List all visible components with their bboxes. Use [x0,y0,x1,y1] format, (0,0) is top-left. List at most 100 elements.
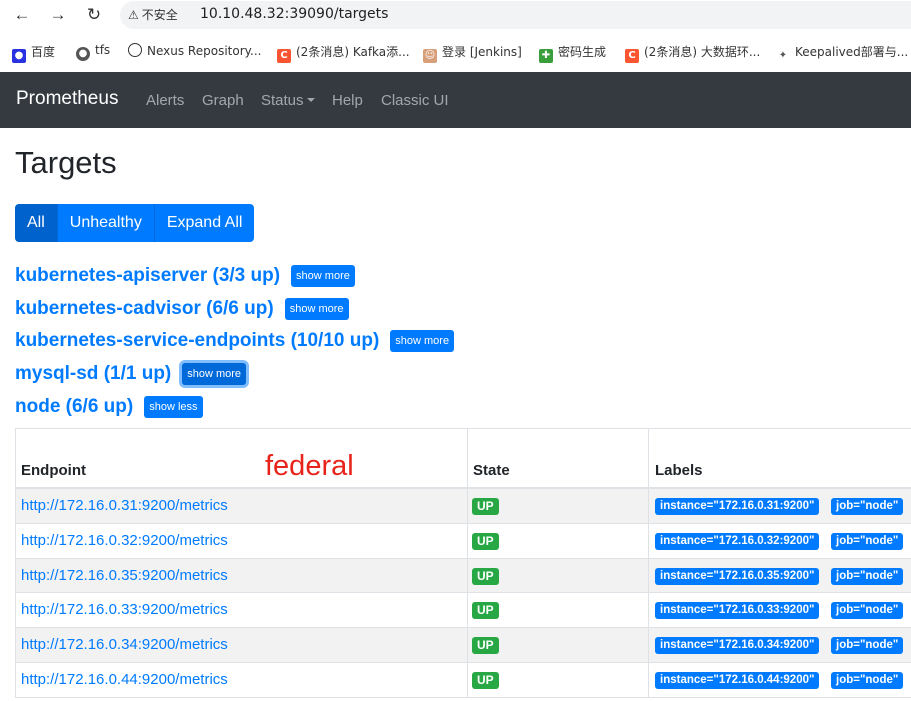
state-badge: UP [472,567,499,585]
job-label-badge: job="node" [831,532,904,550]
nexus-icon [128,43,142,57]
bookmark-password[interactable]: ✚ 密码生成 [539,43,606,63]
pool-header: kubernetes-cadvisor (6/6 up) show more [15,296,349,322]
bookmark-label: Keepalived部署与... [795,45,909,59]
table-row: http://172.16.0.44:9200/metrics UP insta… [16,663,911,698]
endpoint-link[interactable]: http://172.16.0.35:9200/metrics [21,567,228,584]
bookmark-label: 百度 [31,45,56,59]
instance-label-badge: instance="172.16.0.35:9200" [655,567,820,585]
show-more-button[interactable]: show more [284,298,349,320]
column-divider [467,429,468,698]
nav-alerts[interactable]: Alerts [146,92,184,109]
navbar: Prometheus Alerts Graph Status Help Clas… [0,72,911,128]
state-badge: UP [472,637,499,655]
federal-annotation: federal [265,450,354,482]
bookmark-label: Nexus Repository... [147,44,262,58]
bookmark-jenkins[interactable]: ☺ 登录 [Jenkins] [423,43,522,63]
expand-all-button[interactable]: Expand All [154,204,255,242]
column-divider [648,429,649,698]
pool-header: node (6/6 up) show less [15,394,203,420]
tfs-icon: ● [76,47,90,61]
pool-title-link[interactable]: kubernetes-service-endpoints (10/10 up) [15,330,379,352]
filter-button-group: All Unhealthy Expand All [15,204,255,242]
state-badge: UP [472,602,499,620]
baidu-icon: ● [12,49,26,63]
back-arrow-icon[interactable]: ← [10,3,34,27]
instance-label-badge: instance="172.16.0.31:9200" [655,498,820,515]
instance-label-badge: instance="172.16.0.32:9200" [655,532,820,550]
csdn-icon: C [625,49,639,63]
bookmark-label: 登录 [Jenkins] [442,45,522,59]
job-label-badge: job="node" [831,671,904,689]
pool-header: kubernetes-apiserver (3/3 up) show more [15,263,355,289]
password-icon: ✚ [539,49,553,63]
pool-title-link[interactable]: kubernetes-apiserver (3/3 up) [15,265,280,287]
nav-classic-ui[interactable]: Classic UI [381,92,449,109]
url-text[interactable]: 10.10.48.32:39090/targets [200,6,388,22]
pool-header: kubernetes-service-endpoints (10/10 up) … [15,328,455,354]
state-badge: UP [472,671,499,689]
job-label-badge: job="node" [831,602,904,620]
reload-icon[interactable]: ↻ [82,3,106,27]
bookmark-label: tfs [95,43,111,57]
job-label-badge: job="node" [831,567,904,585]
table-row: http://172.16.0.33:9200/metrics UP insta… [16,593,911,629]
bookmark-baidu[interactable]: ● 百度 [12,43,55,63]
endpoint-link[interactable]: http://172.16.0.32:9200/metrics [21,532,228,549]
bookmark-label: 密码生成 [558,45,607,59]
header-labels: Labels [655,462,703,479]
table-row: http://172.16.0.32:9200/metrics UP insta… [16,524,911,559]
endpoint-link[interactable]: http://172.16.0.33:9200/metrics [21,601,228,618]
pool-title-link[interactable]: node (6/6 up) [15,396,133,418]
page-title: Targets [15,145,117,180]
show-less-button[interactable]: show less [144,396,203,418]
endpoint-link[interactable]: http://172.16.0.34:9200/metrics [21,636,228,653]
header-endpoint: Endpoint [21,462,86,479]
job-label-badge: job="node" [831,637,904,655]
navbar-brand[interactable]: Prometheus [16,88,118,110]
pool-header: mysql-sd (1/1 up) show more [15,361,247,387]
nav-graph[interactable]: Graph [202,92,244,109]
pool-title-link[interactable]: kubernetes-cadvisor (6/6 up) [15,298,274,320]
warning-icon: ⚠ [128,8,139,22]
targets-table: Endpoint State Labels http://172.16.0.31… [15,428,911,698]
nav-status-label: Status [261,92,304,109]
address-bar[interactable]: ⚠ 不安全 10.10.48.32:39090/targets [120,1,911,29]
nav-status[interactable]: Status [261,92,315,109]
bookmark-bigdata[interactable]: C (2条消息) 大数据环... [625,43,760,63]
filter-unhealthy-button[interactable]: Unhealthy [57,204,155,242]
caret-down-icon [306,98,315,102]
nav-help[interactable]: Help [332,92,363,109]
bookmark-kafka[interactable]: C (2条消息) Kafka添... [277,43,410,63]
browser-toolbar: ← → ↻ ⚠ 不安全 10.10.48.32:39090/targets [0,0,911,30]
bookmark-label: (2条消息) Kafka添... [296,45,410,59]
csdn-icon: C [277,49,291,63]
instance-label-badge: instance="172.16.0.34:9200" [655,637,820,655]
pool-title-link[interactable]: mysql-sd (1/1 up) [15,363,171,385]
instance-label-badge: instance="172.16.0.44:9200" [655,671,820,689]
show-more-button[interactable]: show more [182,363,247,385]
show-more-button[interactable]: show more [291,265,355,287]
forward-arrow-icon[interactable]: → [46,3,70,27]
security-indicator[interactable]: ⚠ 不安全 [128,6,178,23]
show-more-button[interactable]: show more [390,330,455,352]
header-state: State [473,462,510,479]
jenkins-icon: ☺ [423,49,437,63]
bookmark-tfs[interactable]: ● tfs [76,43,110,61]
instance-label-badge: instance="172.16.0.33:9200" [655,602,820,620]
bookmark-label: (2条消息) 大数据环... [644,45,761,59]
state-badge: UP [472,498,499,515]
table-row: http://172.16.0.31:9200/metrics UP insta… [16,489,911,524]
bookmark-keepalived[interactable]: ✦ Keepalived部署与... [776,43,908,63]
table-row: http://172.16.0.35:9200/metrics UP insta… [16,558,911,594]
state-badge: UP [472,532,499,550]
filter-all-button[interactable]: All [15,204,58,242]
bookmark-nexus[interactable]: Nexus Repository... [128,43,261,58]
bookmarks-bar: ● 百度 ● tfs Nexus Repository... C (2条消息) Kaf… [0,36,911,66]
keepalived-icon: ✦ [776,49,790,63]
table-row: http://172.16.0.34:9200/metrics UP insta… [16,628,911,663]
endpoint-link[interactable]: http://172.16.0.44:9200/metrics [21,671,228,688]
endpoint-link[interactable]: http://172.16.0.31:9200/metrics [21,497,228,514]
table-header: Endpoint State Labels [16,429,911,489]
job-label-badge: job="node" [831,498,904,515]
